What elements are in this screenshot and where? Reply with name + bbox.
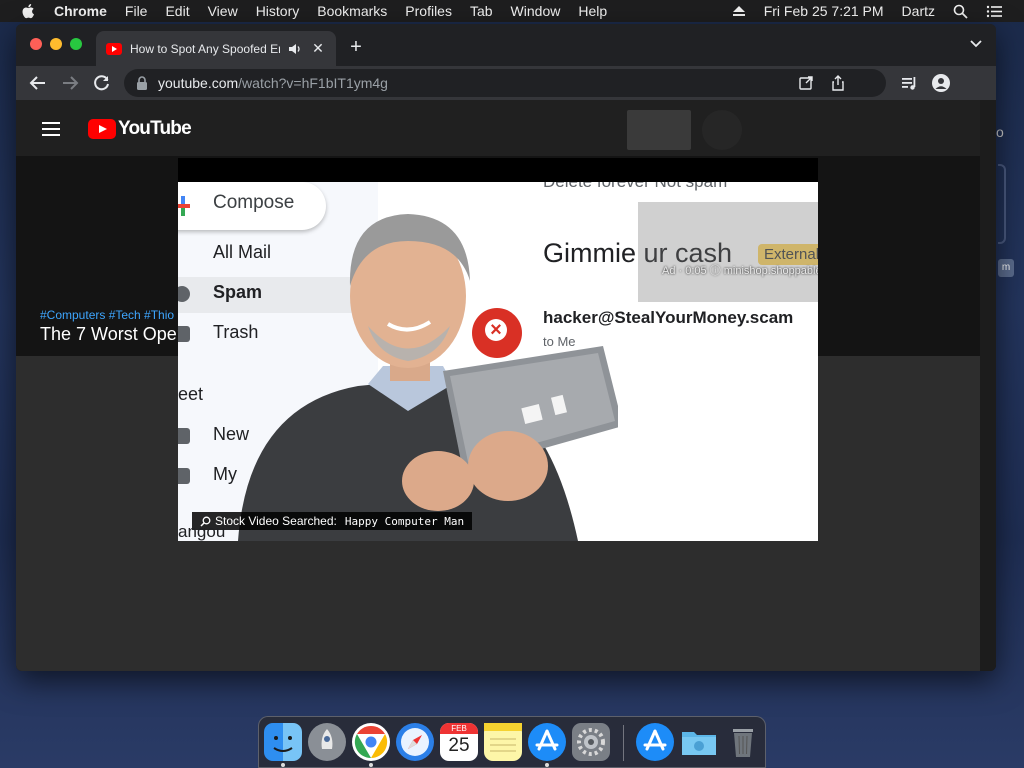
menu-window[interactable]: Window [511, 3, 561, 19]
youtube-favicon-icon [106, 42, 122, 55]
finder-icon[interactable] [264, 723, 302, 761]
gmail-hangouts-heading: angou [178, 522, 226, 541]
trash-bin-icon[interactable] [724, 723, 762, 761]
desktop-window-edge [998, 164, 1006, 244]
media-control-queue-icon[interactable] [900, 74, 918, 92]
zoom-window-button[interactable] [70, 38, 82, 50]
app-store-running-indicator [545, 763, 549, 767]
tab-youtube-video[interactable]: How to Spot Any Spoofed Email ✕ [96, 31, 336, 66]
desktop-file-label[interactable]: m [998, 259, 1014, 277]
close-window-button[interactable] [30, 38, 42, 50]
youtube-header: YouTube [16, 100, 980, 156]
desktop-window-edge-text: o [996, 124, 1004, 140]
notes-icon[interactable] [484, 723, 522, 761]
menubar-status-area: Fri Feb 25 7:21 PM Dartz [732, 0, 1024, 22]
tab-search-chevron-down-icon[interactable] [970, 40, 982, 48]
stock-label: Stock Video Searched: [215, 514, 337, 528]
launchpad-rocket-icon[interactable] [308, 723, 346, 761]
finder-running-indicator [281, 763, 285, 767]
eject-icon[interactable] [732, 5, 746, 17]
menu-edit[interactable]: Edit [165, 3, 189, 19]
menu-file[interactable]: File [125, 3, 148, 19]
dock-separator [623, 725, 624, 761]
lock-icon[interactable] [136, 76, 148, 90]
menu-help[interactable]: Help [578, 3, 607, 19]
page-scroll-gutter[interactable] [980, 100, 996, 671]
youtube-logo[interactable]: YouTube [88, 118, 192, 140]
video-letterbox-top [178, 158, 818, 182]
tab-title: How to Spot Any Spoofed Email [130, 41, 280, 56]
calendar-app-icon[interactable]: FEB 25 [440, 723, 478, 761]
menubar-clock[interactable]: Fri Feb 25 7:21 PM [764, 3, 884, 19]
tab-strip: How to Spot Any Spoofed Email ✕ + [16, 24, 996, 66]
address-bar[interactable]: youtube.com/watch?v=hF1bIT1ym4g [124, 69, 886, 97]
youtube-play-logo-icon [88, 119, 116, 139]
ad-label[interactable]: Ad · 0:05 ⓘ minishop.shoppable.com/v4/sn… [662, 262, 818, 278]
video-frame-content: Compose All Mail Spam Trash leet New My … [178, 182, 818, 541]
menu-app-chrome[interactable]: Chrome [54, 3, 107, 19]
new-tab-button[interactable]: + [346, 36, 366, 59]
share-icon[interactable] [830, 75, 846, 91]
open-in-new-window-icon[interactable] [798, 75, 814, 91]
app-store-icon[interactable] [528, 723, 566, 761]
gmail-message-actions: Delete forever Not spam [543, 182, 727, 192]
guide-menu-icon[interactable] [42, 122, 60, 136]
system-preferences-gear-icon[interactable] [572, 723, 610, 761]
apple-icon[interactable] [20, 3, 38, 19]
profile-avatar-icon[interactable] [932, 74, 950, 92]
video-title: The 7 Worst Oper [40, 324, 183, 344]
youtube-wordmark: YouTube [118, 118, 192, 139]
search-button[interactable] [627, 110, 691, 150]
minimize-window-button[interactable] [50, 38, 62, 50]
tab-audio-playing-icon[interactable] [288, 42, 302, 56]
stock-video-caption: Stock Video Searched: Happy Computer Man [192, 512, 473, 530]
reload-icon[interactable] [92, 73, 112, 93]
video-hashtags[interactable]: #Computers #Tech #Thio [40, 308, 174, 322]
calendar-day: 25 [448, 735, 470, 756]
url-host: youtube.com [158, 75, 239, 91]
macos-dock: FEB 25 [258, 716, 766, 768]
menu-view[interactable]: View [208, 3, 238, 19]
menu-profiles[interactable]: Profiles [405, 3, 452, 19]
url-text[interactable]: youtube.com/watch?v=hF1bIT1ym4g [158, 75, 388, 91]
video-frame[interactable]: Compose All Mail Spam Trash leet New My … [178, 158, 818, 541]
ad-overlay[interactable] [638, 202, 818, 302]
downloads-folder-icon[interactable] [680, 723, 718, 761]
browser-toolbar: youtube.com/watch?v=hF1bIT1ym4g [16, 66, 996, 100]
notification-center-icon[interactable] [986, 5, 1002, 18]
menu-bookmarks[interactable]: Bookmarks [317, 3, 387, 19]
safari-compass-icon[interactable] [396, 723, 434, 761]
menubar-user[interactable]: Dartz [902, 3, 935, 19]
account-avatar[interactable] [702, 110, 742, 150]
app-store-downloads-icon[interactable] [636, 723, 674, 761]
chrome-running-indicator [369, 763, 373, 767]
calendar-month: FEB [440, 723, 478, 734]
url-path: /watch?v=hF1bIT1ym4g [238, 75, 388, 91]
chrome-icon[interactable] [352, 723, 390, 761]
stock-query: Happy Computer Man [344, 514, 465, 528]
menu-history[interactable]: History [256, 3, 300, 19]
forward-arrow-icon[interactable] [60, 73, 80, 93]
man-with-tablet-illustration [238, 214, 618, 541]
back-arrow-icon[interactable] [28, 73, 48, 93]
menu-tab[interactable]: Tab [470, 3, 493, 19]
macos-menubar: Chrome File Edit View History Bookmarks … [0, 0, 1024, 22]
spotlight-search-icon[interactable] [953, 4, 968, 19]
tab-close-icon[interactable]: ✕ [310, 40, 326, 57]
